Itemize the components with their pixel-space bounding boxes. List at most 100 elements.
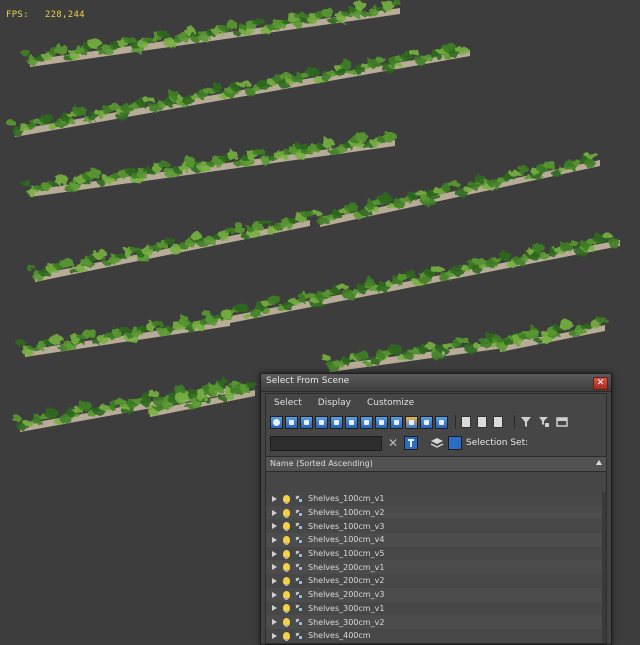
case-sensitive-button[interactable] xyxy=(404,436,418,450)
list-item[interactable]: Shelves_100cm_v5 xyxy=(266,547,606,561)
shelf-board xyxy=(15,50,470,137)
list-item-label: Shelves_100cm_v5 xyxy=(308,549,384,558)
object-list: Shelves_100cm_v1 Shelves_100cm_v2 Shelves_… xyxy=(266,492,606,643)
name-column-header[interactable]: Name (Sorted Ascending) xyxy=(266,456,606,472)
expand-arrow-icon[interactable] xyxy=(272,605,277,611)
object-icon xyxy=(295,591,303,599)
select-all-icon[interactable] xyxy=(461,416,471,428)
object-icon xyxy=(295,495,303,503)
list-item[interactable]: Shelves_200cm_v1 xyxy=(266,560,606,574)
toolbar-separator xyxy=(455,415,456,429)
close-button[interactable]: ✕ xyxy=(593,377,608,390)
select-from-scene-dialog: Select From Scene ✕ Select Display Custo… xyxy=(260,373,612,645)
object-icon xyxy=(295,563,303,571)
frozen-icon xyxy=(424,420,429,425)
selection-set-button[interactable] xyxy=(448,436,462,450)
display-containers-button[interactable] xyxy=(405,416,418,429)
list-item-label: Shelves_100cm_v4 xyxy=(308,535,384,544)
display-bones-button[interactable] xyxy=(390,416,403,429)
sort-ascending-icon xyxy=(596,460,602,465)
search-input[interactable] xyxy=(270,436,382,451)
list-scrollbar[interactable] xyxy=(602,492,606,643)
lightbulb-icon[interactable] xyxy=(283,632,290,640)
case-sensitive-icon xyxy=(407,438,415,448)
display-geometry-button[interactable] xyxy=(270,416,283,429)
list-item[interactable]: Shelves_300cm_v1 xyxy=(266,602,606,616)
display-shapes-button[interactable] xyxy=(285,416,298,429)
list-item[interactable]: Shelves_200cm_v3 xyxy=(266,588,606,602)
hierarchy-filter-icon[interactable] xyxy=(538,416,550,428)
display-cameras-button[interactable] xyxy=(315,416,328,429)
fps-label: FPS: xyxy=(6,10,29,20)
lightbulb-icon[interactable] xyxy=(283,591,290,599)
display-spacewarps-button[interactable] xyxy=(345,416,358,429)
expand-arrow-icon[interactable] xyxy=(272,551,277,557)
display-lights-button[interactable] xyxy=(300,416,313,429)
lightbulb-icon[interactable] xyxy=(283,509,290,517)
list-item[interactable]: Shelves_100cm_v4 xyxy=(266,533,606,547)
expand-arrow-icon[interactable] xyxy=(272,592,277,598)
list-item[interactable]: Shelves_100cm_v3 xyxy=(266,519,606,533)
list-item[interactable]: Shelves_300cm_v2 xyxy=(266,615,606,629)
list-item-label: Shelves_100cm_v1 xyxy=(308,494,384,503)
hidden-icon xyxy=(439,420,444,425)
list-item[interactable]: Shelves_200cm_v2 xyxy=(266,574,606,588)
object-icon xyxy=(295,550,303,558)
expand-arrow-icon[interactable] xyxy=(272,523,277,529)
lightbulb-icon[interactable] xyxy=(283,495,290,503)
expand-arrow-icon[interactable] xyxy=(272,578,277,584)
select-invert-icon[interactable] xyxy=(493,416,503,428)
lightbulb-icon[interactable] xyxy=(283,604,290,612)
list-item[interactable]: Shelves_100cm_v2 xyxy=(266,506,606,520)
dialog-titlebar[interactable]: Select From Scene ✕ xyxy=(261,374,611,392)
lightbulb-icon[interactable] xyxy=(283,618,290,626)
helpers-icon xyxy=(334,420,339,425)
expand-arrow-icon[interactable] xyxy=(272,564,277,570)
lights-icon xyxy=(304,420,309,425)
object-icon xyxy=(295,536,303,544)
list-item-label: Shelves_400cm xyxy=(308,631,371,640)
display-hidden-button[interactable] xyxy=(435,416,448,429)
lightbulb-icon[interactable] xyxy=(283,563,290,571)
menu-display[interactable]: Display xyxy=(318,398,351,408)
containers-icon xyxy=(409,420,414,425)
menu-select[interactable]: Select xyxy=(274,398,302,408)
clear-search-icon[interactable]: ✕ xyxy=(388,436,398,450)
object-icon xyxy=(295,509,303,517)
expand-arrow-icon[interactable] xyxy=(272,619,277,625)
lightbulb-icon[interactable] xyxy=(283,550,290,558)
layers-icon[interactable] xyxy=(430,436,444,450)
display-xrefs-button[interactable] xyxy=(375,416,388,429)
lightbulb-icon[interactable] xyxy=(283,536,290,544)
expand-arrow-icon[interactable] xyxy=(272,537,277,543)
fps-counter: FPS: 228,244 xyxy=(6,10,85,20)
lightbulb-icon[interactable] xyxy=(283,577,290,585)
toolbar-separator xyxy=(514,415,515,429)
object-icon xyxy=(295,522,303,530)
list-item-label: Shelves_100cm_v3 xyxy=(308,522,384,531)
dialog-panel: Select Display Customize xyxy=(265,393,607,644)
list-item-label: Shelves_200cm_v2 xyxy=(308,576,384,585)
close-icon: ✕ xyxy=(597,378,605,388)
object-icon xyxy=(295,632,303,640)
filter-icon[interactable] xyxy=(520,416,532,428)
list-item-label: Shelves_300cm_v2 xyxy=(308,618,384,627)
menu-customize[interactable]: Customize xyxy=(367,398,414,408)
sync-selection-icon[interactable] xyxy=(556,416,568,428)
spacewarps-icon xyxy=(349,420,354,425)
expand-arrow-icon[interactable] xyxy=(272,633,277,639)
list-item[interactable]: Shelves_400cm xyxy=(266,629,606,643)
display-frozen-button[interactable] xyxy=(420,416,433,429)
list-item[interactable]: Shelves_100cm_v1 xyxy=(266,492,606,506)
selection-set-label: Selection Set: xyxy=(466,438,528,448)
geometry-icon xyxy=(273,419,280,426)
select-none-icon[interactable] xyxy=(477,416,487,428)
lightbulb-icon[interactable] xyxy=(283,522,290,530)
menu-bar: Select Display Customize xyxy=(266,394,606,412)
object-icon xyxy=(295,577,303,585)
display-helpers-button[interactable] xyxy=(330,416,343,429)
expand-arrow-icon[interactable] xyxy=(272,510,277,516)
expand-arrow-icon[interactable] xyxy=(272,496,277,502)
fps-value: 228,244 xyxy=(45,10,85,20)
display-groups-button[interactable] xyxy=(360,416,373,429)
